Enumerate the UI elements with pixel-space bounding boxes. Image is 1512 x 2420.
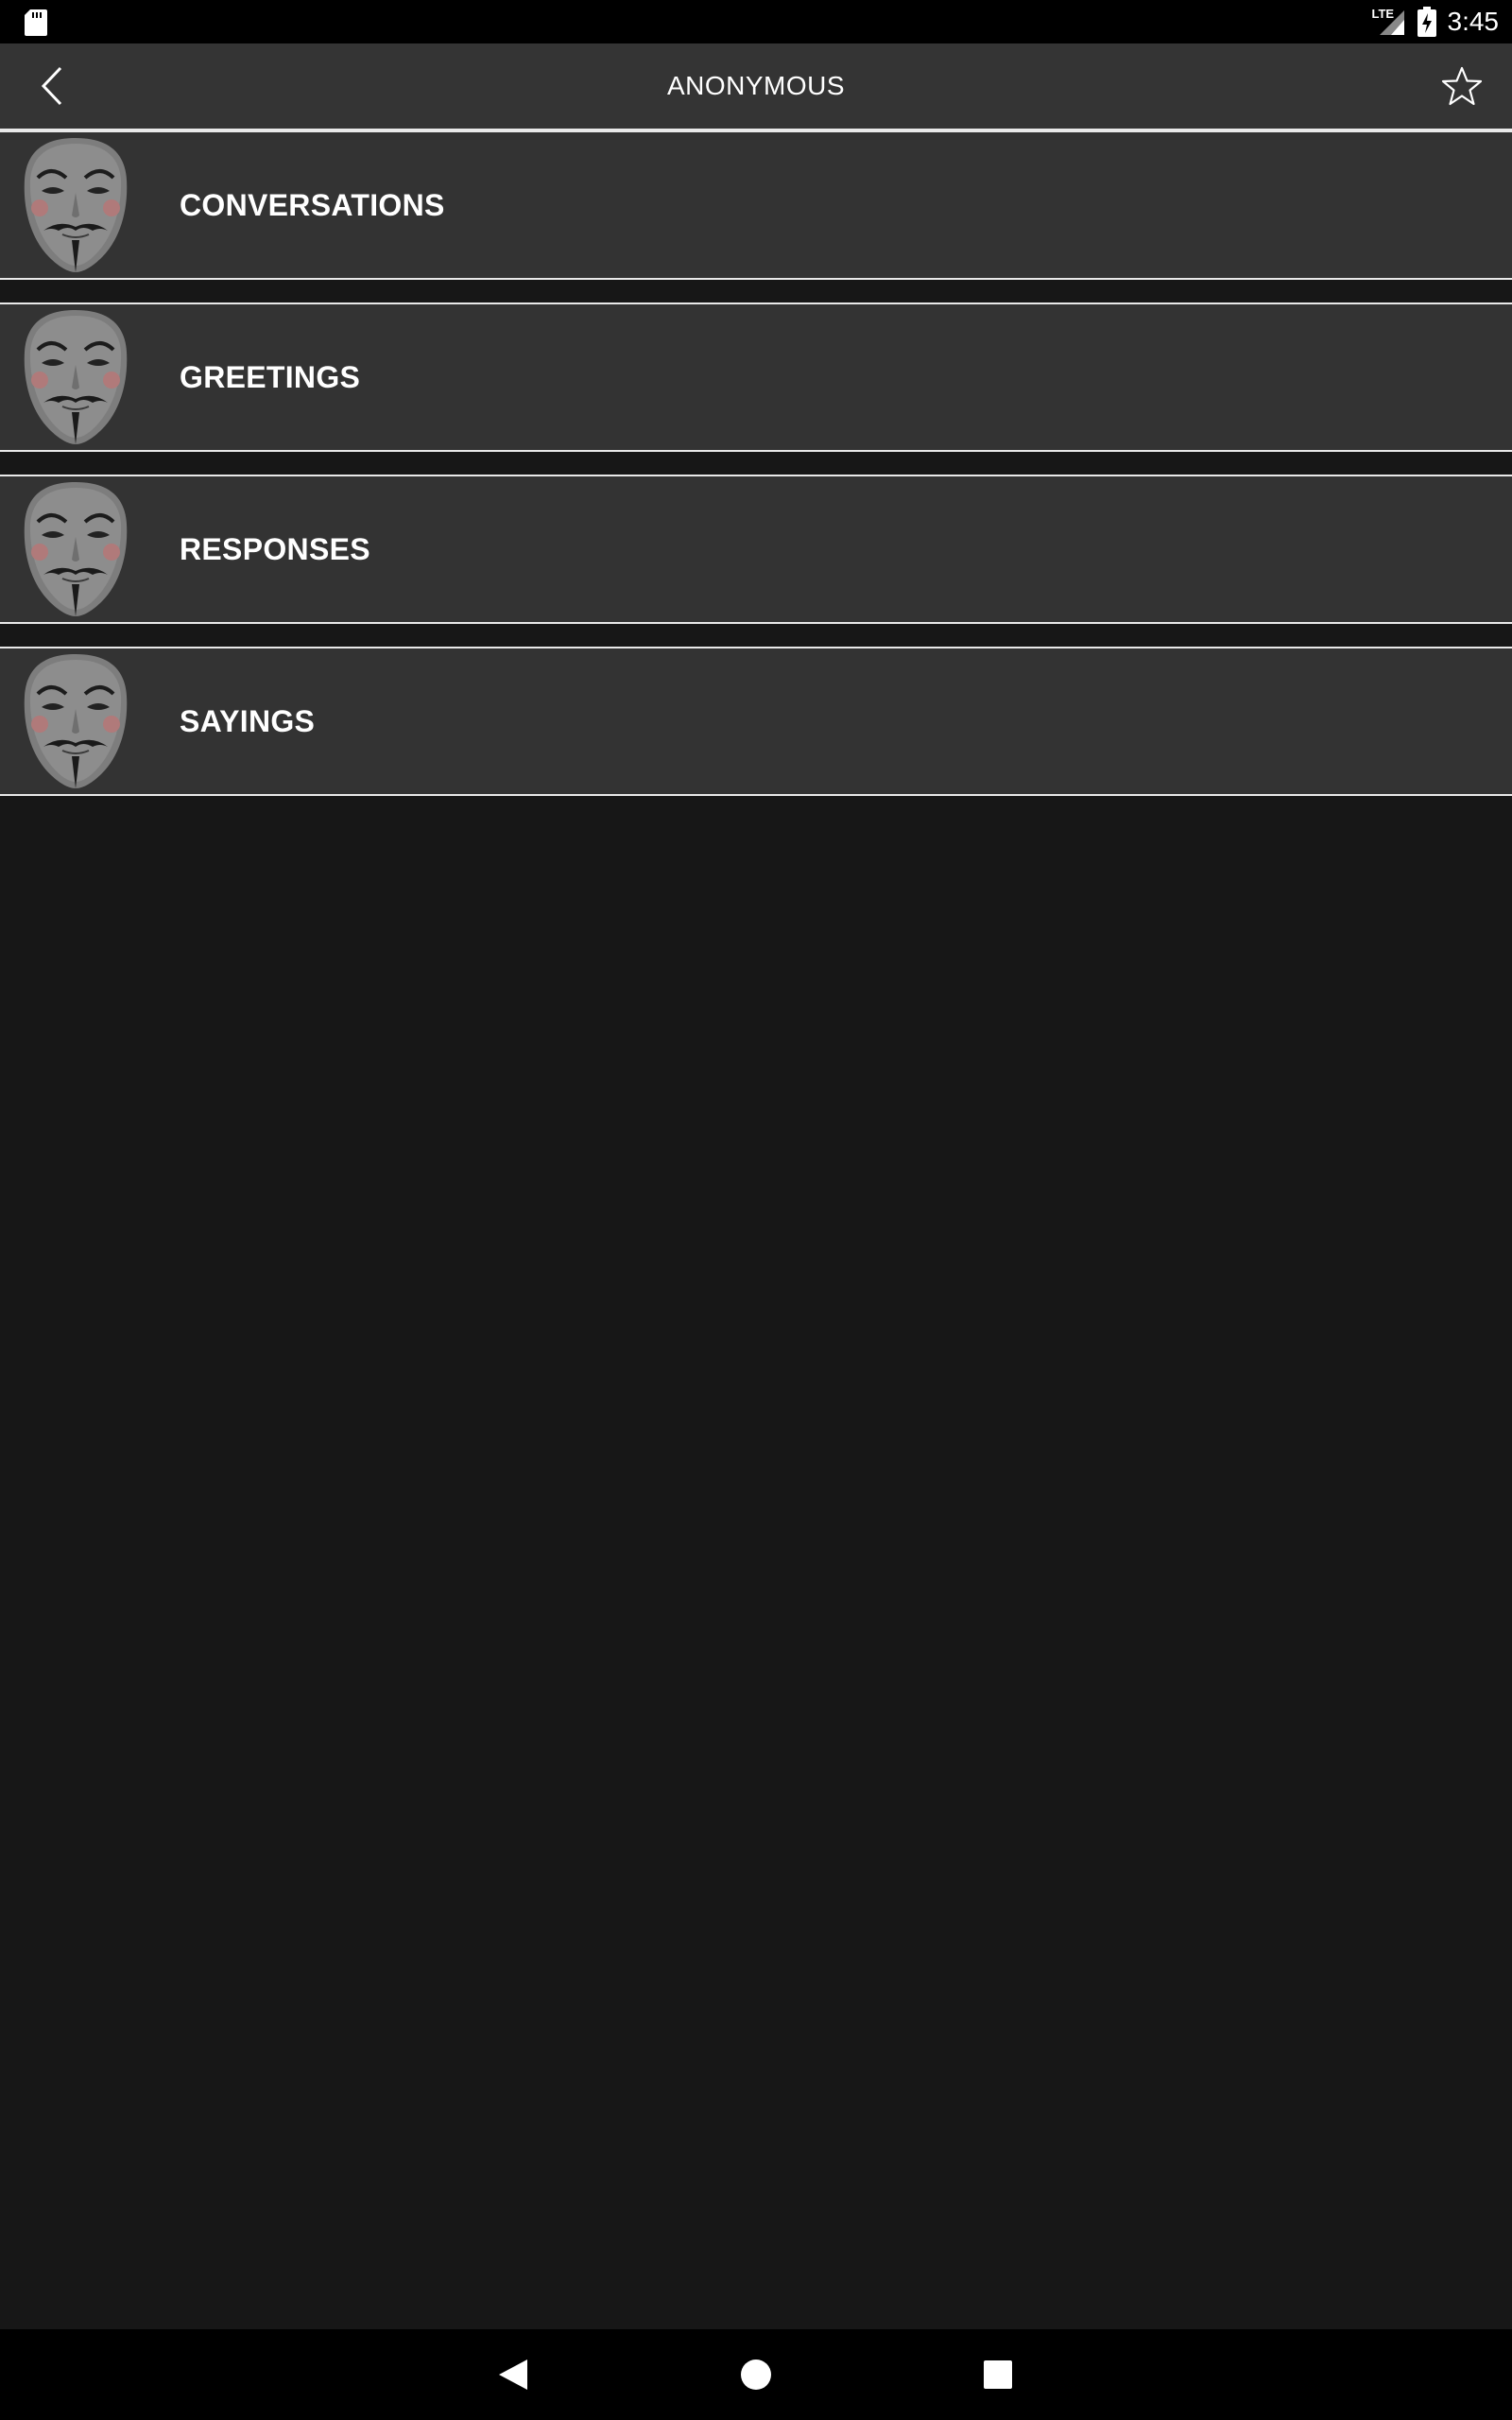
nav-home-icon[interactable]: [740, 2359, 772, 2391]
guy-fawkes-mask-icon: [24, 310, 128, 444]
list-item-label: RESPONSES: [180, 532, 370, 566]
list-item-label: GREETINGS: [180, 360, 361, 394]
list-item-conversations[interactable]: CONVERSATIONS: [0, 130, 1512, 280]
guy-fawkes-mask-icon: [24, 482, 128, 616]
signal-icon: LTE: [1372, 7, 1406, 37]
guy-fawkes-mask-icon: [24, 654, 128, 788]
guy-fawkes-mask-icon: [24, 138, 128, 272]
list-item-sayings[interactable]: SAYINGS: [0, 647, 1512, 796]
nav-back-icon[interactable]: [497, 2358, 529, 2392]
clock: 3:45: [1447, 7, 1500, 36]
system-nav-bar: [0, 2329, 1512, 2420]
battery-charging-icon: [1417, 7, 1436, 37]
page-title: ANONYMOUS: [666, 71, 846, 100]
star-outline-icon[interactable]: [1440, 64, 1484, 108]
status-bar: LTE 3:45: [0, 0, 1512, 43]
app-bar: ANONYMOUS: [0, 43, 1512, 130]
list-item-label: SAYINGS: [180, 704, 316, 738]
list-item-label: CONVERSATIONS: [180, 188, 445, 222]
nav-recents-icon[interactable]: [983, 2360, 1013, 2390]
sd-card-icon: [25, 9, 47, 36]
list-item-greetings[interactable]: GREETINGS: [0, 302, 1512, 452]
list-item-responses[interactable]: RESPONSES: [0, 475, 1512, 624]
